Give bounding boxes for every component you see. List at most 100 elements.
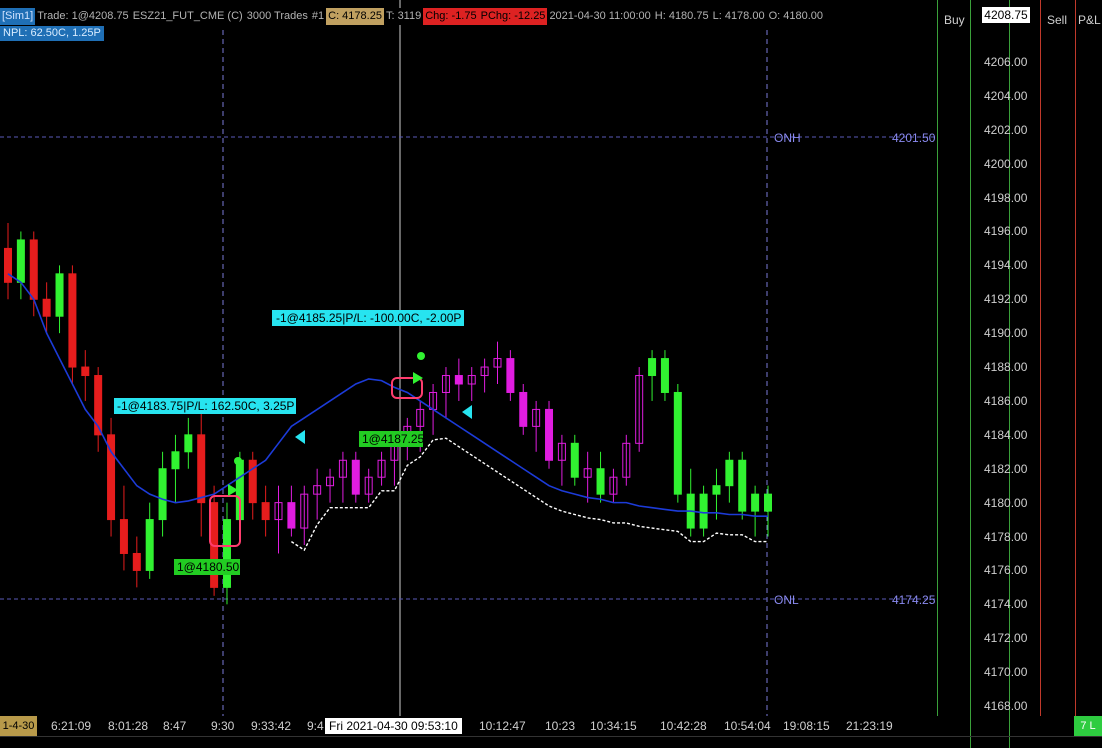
onh-value: 4201.50 bbox=[892, 131, 936, 145]
time-tick-label: 9:30 bbox=[211, 719, 235, 733]
price-tick-label: 4204.00 bbox=[984, 88, 1028, 103]
pchange-value: PChg: -12.25 bbox=[478, 8, 548, 25]
candle-body bbox=[29, 239, 38, 300]
price-tick-label: 4176.00 bbox=[984, 563, 1028, 578]
candle-body bbox=[158, 468, 167, 521]
candle-body bbox=[660, 358, 669, 393]
candle-body bbox=[4, 247, 12, 283]
date-start-label: 1-4-30 bbox=[0, 716, 37, 736]
time-tick-label: 10:42:28 bbox=[660, 719, 707, 733]
onh-name: ONH bbox=[774, 131, 801, 145]
crosshair-time-label: Fri 2021-04-30 09:53:10 bbox=[325, 718, 462, 734]
candle-body bbox=[570, 442, 579, 478]
price-tick-label: 4170.00 bbox=[984, 665, 1028, 680]
entry-annotation-1: 1@4187.25 bbox=[362, 432, 425, 446]
time-tick-label: 6:21:09 bbox=[51, 719, 92, 733]
high-price: H: 4180.75 bbox=[654, 10, 709, 22]
candle-body bbox=[261, 502, 270, 521]
candle-body bbox=[738, 459, 747, 512]
onl-value: 4174.25 bbox=[892, 593, 936, 607]
candle-body bbox=[351, 459, 360, 495]
price-tick-label: 4168.00 bbox=[984, 699, 1028, 713]
candle-body bbox=[68, 273, 77, 368]
price-tick-label: 4178.00 bbox=[984, 529, 1028, 544]
exit-annotation-1: -1@4185.25|P/L: -100.00C, -2.00P bbox=[276, 311, 461, 325]
bar-datetime: 2021-04-30 11:00:00 bbox=[549, 10, 651, 22]
exit-marker-icon bbox=[462, 405, 472, 419]
price-tick-label: 4180.00 bbox=[984, 495, 1028, 510]
time-tick-label: 19:08:15 bbox=[783, 719, 830, 733]
candle-body bbox=[712, 485, 721, 495]
buy-column-header[interactable]: Buy bbox=[944, 13, 965, 27]
time-tick-label: 21:23:19 bbox=[846, 719, 893, 733]
candle-body bbox=[42, 298, 51, 317]
candle-body bbox=[506, 358, 515, 393]
candle-body bbox=[197, 434, 206, 504]
price-tick-label: 4202.00 bbox=[984, 122, 1028, 137]
low-price: L: 4178.00 bbox=[712, 10, 765, 22]
close-price: C: 4178.25 bbox=[326, 8, 384, 25]
price-tick-label: 4194.00 bbox=[984, 258, 1028, 273]
time-tick-label: 8:47 bbox=[163, 719, 187, 733]
onh-label: ONH 4201.50 bbox=[774, 131, 936, 145]
price-tick-label: 4200.00 bbox=[984, 156, 1028, 171]
current-price-marker: 4208.75 bbox=[982, 7, 1030, 23]
time-tick-label: 10:34:15 bbox=[590, 719, 637, 733]
buy-column[interactable] bbox=[937, 0, 971, 716]
price-tick-label: 4184.00 bbox=[984, 427, 1028, 442]
exit-marker-icon bbox=[295, 430, 305, 444]
candle-body bbox=[16, 239, 25, 283]
pnl-badge: 7 L bbox=[1074, 716, 1102, 736]
candle-body bbox=[171, 451, 180, 470]
candle-body bbox=[222, 519, 231, 588]
candle-body bbox=[119, 519, 128, 554]
price-tick-label: 4198.00 bbox=[984, 190, 1028, 205]
candle-body bbox=[454, 375, 463, 385]
pnl-column-header[interactable]: P&L bbox=[1078, 13, 1101, 27]
trade-info: Trade: 1@4208.75 bbox=[37, 10, 129, 22]
time-tick-label: 9:4 bbox=[307, 719, 324, 733]
candle-body bbox=[648, 358, 657, 377]
price-tick-label: 4172.00 bbox=[984, 631, 1028, 646]
signal-dot-icon bbox=[417, 352, 425, 360]
candle-body bbox=[699, 493, 708, 529]
price-tick-label: 4196.00 bbox=[984, 224, 1028, 239]
time-tick-label: 10:23 bbox=[545, 719, 576, 733]
price-tick-label: 4186.00 bbox=[984, 393, 1028, 408]
bottom-divider bbox=[0, 736, 1102, 737]
candle-body bbox=[519, 391, 528, 427]
sell-column-header[interactable]: Sell bbox=[1047, 13, 1067, 27]
tick-count: T: 3119 bbox=[385, 10, 422, 22]
candle-body bbox=[287, 502, 296, 529]
signal-dot-icon bbox=[234, 457, 242, 465]
open-price: O: 4180.00 bbox=[768, 10, 824, 22]
candle-body bbox=[132, 552, 141, 571]
chart-number: #1 bbox=[311, 10, 325, 22]
change-value: Chg: -1.75 bbox=[423, 8, 479, 25]
price-tick-label: 4174.00 bbox=[984, 597, 1028, 612]
instrument-name: ESZ21_FUT_CME (C) bbox=[132, 10, 243, 22]
candle-body bbox=[545, 408, 554, 461]
time-tick-label: 9:33:42 bbox=[251, 719, 292, 733]
trailing-stop-line bbox=[291, 437, 768, 552]
candle-body bbox=[145, 519, 154, 571]
account-name[interactable]: [Sim1] bbox=[0, 8, 36, 25]
candle-body bbox=[725, 459, 734, 487]
candle-body bbox=[596, 468, 605, 495]
price-tick-label: 4190.00 bbox=[984, 326, 1028, 341]
net-pnl-label: NPL: 62.50C, 1.25P bbox=[0, 26, 104, 41]
price-tick-label: 4188.00 bbox=[984, 360, 1028, 375]
entry-annotation-2: 1@4180.50 bbox=[177, 560, 240, 574]
price-tick-label: 4182.00 bbox=[984, 461, 1028, 476]
candle-body bbox=[55, 273, 64, 317]
exit-annotation-2: -1@4183.75|P/L: 162.50C, 3.25P bbox=[117, 399, 294, 413]
time-tick-label: 8:01:28 bbox=[108, 719, 149, 733]
bar-type: 3000 Trades bbox=[246, 10, 308, 22]
candle-body bbox=[673, 391, 682, 495]
time-tick-label: 10:54:04 bbox=[724, 719, 771, 733]
candle-body bbox=[751, 493, 760, 512]
price-tick-label: 4192.00 bbox=[984, 292, 1028, 307]
sell-column[interactable] bbox=[1040, 0, 1076, 716]
price-chart[interactable]: ONH 4201.50 ONL 4174.25 -1@4185.25|P/L: … bbox=[0, 0, 970, 716]
time-tick-label: 10:12:47 bbox=[479, 719, 526, 733]
